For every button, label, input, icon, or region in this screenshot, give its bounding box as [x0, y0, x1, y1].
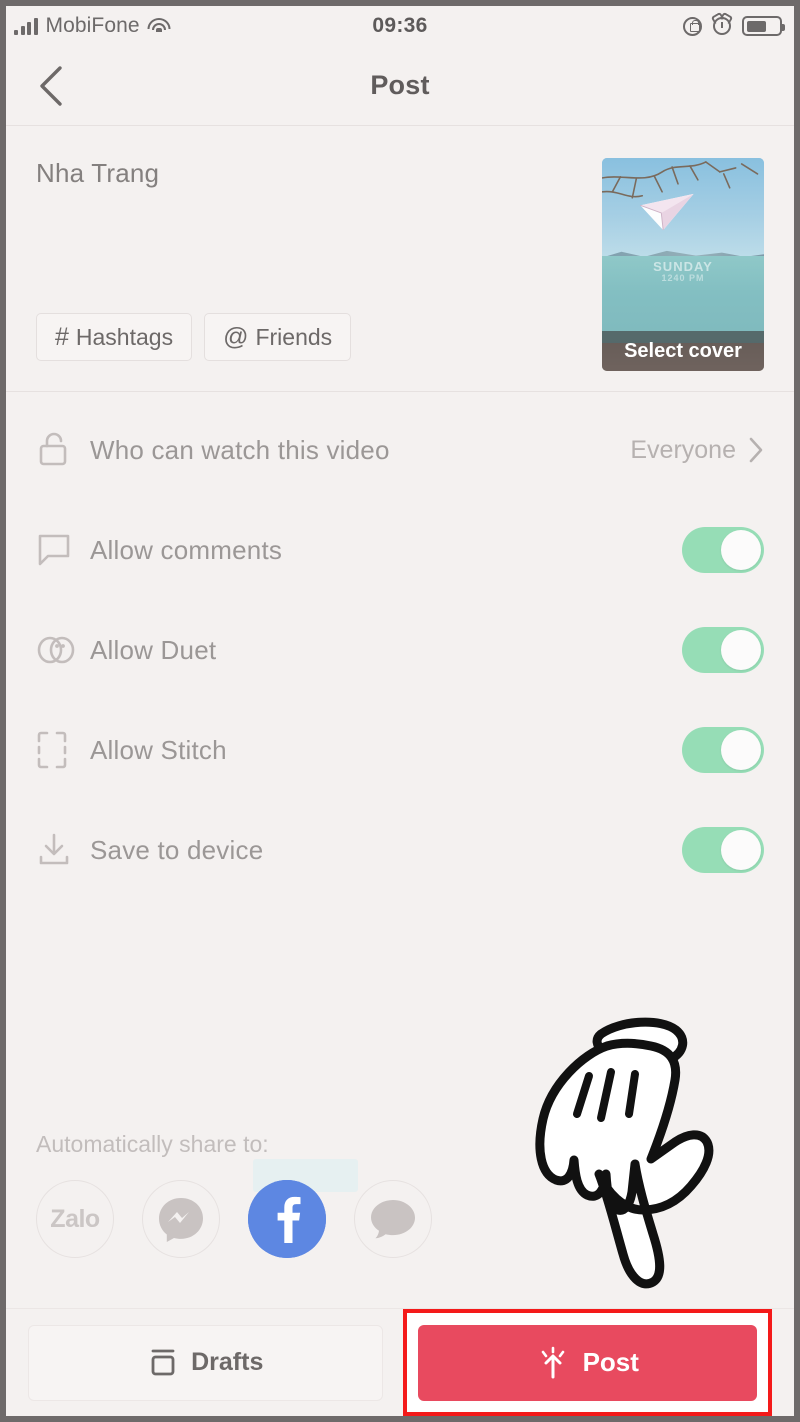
stitch-icon [36, 730, 90, 770]
chevron-left-icon [40, 65, 62, 106]
setting-row-stitch[interactable]: Allow Stitch [6, 700, 794, 800]
chat-bubble-icon [371, 1200, 415, 1239]
hashtags-label: Hashtags [75, 323, 174, 350]
nav-bar: Post [6, 46, 794, 126]
friends-label: Friends [255, 323, 333, 350]
phone-screen: MobiFone 09:36 Post Nha Trang # Hashtags [6, 6, 794, 1416]
archive-box-icon [151, 1349, 175, 1375]
share-icon-row: Zalo [36, 1159, 456, 1258]
zalo-label: Zalo [50, 1204, 100, 1233]
status-bar: MobiFone 09:36 [6, 6, 794, 46]
signal-bars-icon [14, 17, 38, 35]
wifi-icon [147, 17, 171, 35]
share-sms-button[interactable] [354, 1180, 432, 1258]
comments-label: Allow comments [90, 534, 283, 565]
drafts-button[interactable]: Drafts [28, 1324, 384, 1401]
messenger-icon [159, 1198, 203, 1242]
duet-label: Allow Duet [90, 634, 217, 665]
download-icon [36, 832, 90, 868]
back-button[interactable] [28, 63, 74, 109]
comment-bubble-icon [36, 532, 90, 568]
setting-row-save[interactable]: Save to device [6, 800, 794, 900]
cover-overlay-subtext: 1240 PM [661, 272, 705, 283]
pointing-hand-illustration [535, 1017, 714, 1289]
post-button[interactable]: Post [418, 1324, 757, 1401]
setting-row-comments[interactable]: Allow comments [6, 500, 794, 600]
duet-toggle[interactable] [682, 627, 764, 673]
setting-row-privacy[interactable]: Who can watch this video Everyone [6, 400, 794, 500]
chevron-right-icon [749, 437, 763, 463]
select-cover-thumbnail[interactable]: SUNDAY 1240 PM Select cover [602, 158, 764, 371]
post-label: Post [582, 1347, 639, 1377]
battery-icon [742, 16, 785, 36]
drafts-label: Drafts [191, 1348, 264, 1376]
friends-button[interactable]: @ Friends [204, 313, 352, 361]
tag-button-row: # Hashtags @ Friends [36, 313, 352, 361]
status-bar-clock: 09:36 [372, 14, 428, 37]
at-mention-icon: @ [223, 322, 249, 351]
alarm-clock-icon [713, 17, 731, 35]
stitch-label: Allow Stitch [90, 734, 227, 765]
status-bar-left: MobiFone [6, 14, 171, 38]
select-cover-label: Select cover [602, 331, 764, 371]
cover-overlay-text: SUNDAY 1240 PM [602, 260, 764, 283]
privacy-label: Who can watch this video [90, 434, 390, 465]
rotation-lock-icon [683, 16, 702, 36]
hashtags-button[interactable]: # Hashtags [36, 313, 193, 361]
status-bar-right [683, 16, 794, 36]
post-button-annotation: Post [403, 1309, 772, 1416]
save-label: Save to device [90, 834, 264, 865]
setting-row-duet[interactable]: Allow Duet [6, 600, 794, 700]
privacy-value: Everyone [630, 435, 736, 464]
carrier-name: MobiFone [45, 14, 140, 37]
bottom-bar: Drafts Post [6, 1308, 794, 1416]
save-toggle[interactable] [682, 827, 764, 873]
share-zalo-button[interactable]: Zalo [36, 1180, 114, 1258]
paper-plane-icon [639, 193, 694, 231]
share-facebook-button[interactable] [248, 1180, 326, 1258]
caption-section: Nha Trang # Hashtags @ Friends SUNDAY 12… [6, 126, 794, 392]
upload-sparkle-icon [541, 1346, 564, 1378]
comments-toggle[interactable] [682, 527, 764, 573]
share-section: Automatically share to: Zalo [36, 1131, 456, 1258]
unlock-icon [36, 430, 90, 470]
duet-icon [36, 633, 90, 667]
privacy-value-group[interactable]: Everyone [630, 436, 764, 465]
stitch-toggle[interactable] [682, 727, 764, 773]
page-title: Post [370, 70, 430, 100]
hashtag-icon: # [55, 322, 69, 351]
settings-list: Who can watch this video Everyone Allow … [6, 392, 794, 900]
share-title: Automatically share to: [36, 1131, 269, 1157]
share-messenger-button[interactable] [142, 1159, 358, 1258]
facebook-icon [248, 1180, 326, 1258]
